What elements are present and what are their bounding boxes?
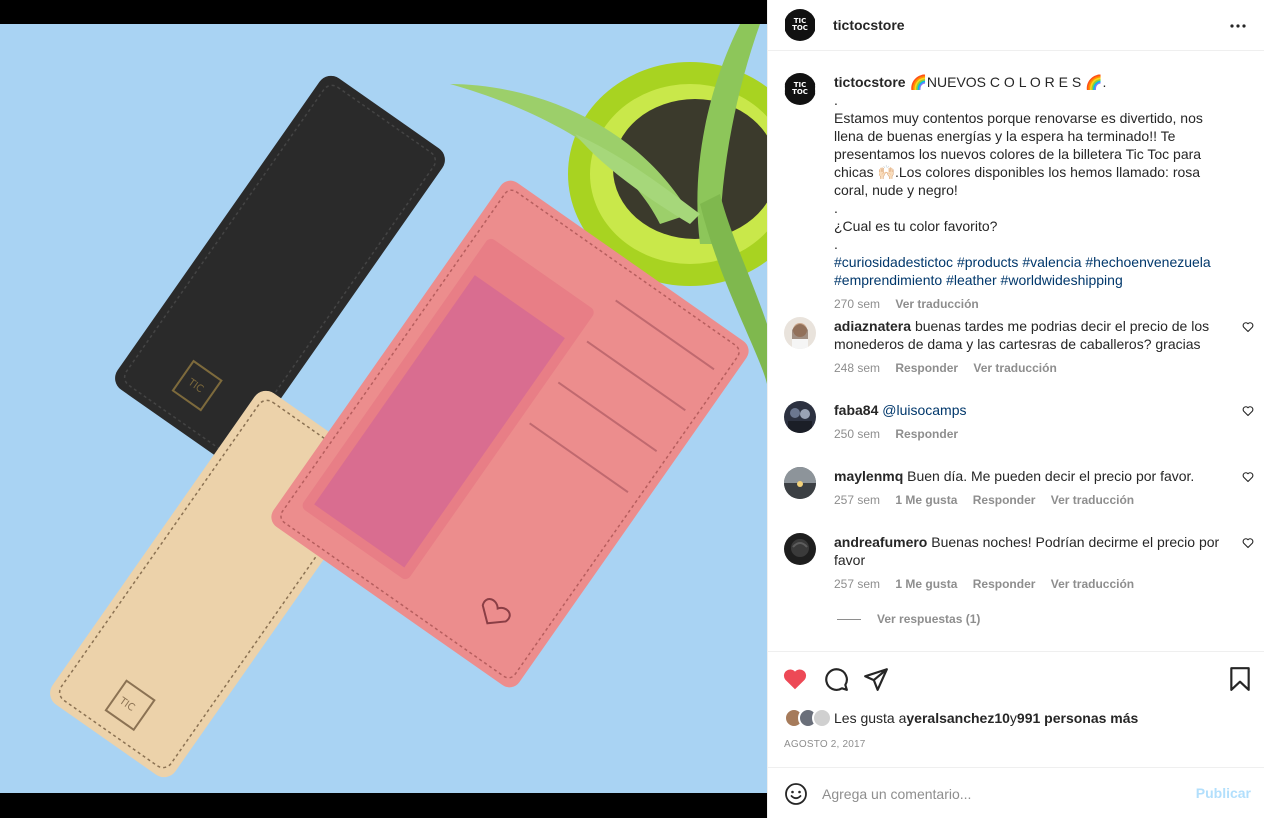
see-translation-button[interactable]: Ver traducción	[1051, 577, 1134, 591]
comment-body: faba84 @luisocamps 250 sem Responder	[834, 401, 1234, 441]
author-username[interactable]: tictocstore	[833, 17, 905, 33]
hashtag-link[interactable]: #leather	[946, 272, 997, 288]
mention-link[interactable]: @luisocamps	[882, 402, 966, 418]
comment-time[interactable]: 257 sem	[834, 493, 880, 507]
hashtag-link[interactable]: #curiosidadestictoc	[834, 254, 953, 270]
likes-others-link[interactable]: 991 personas más	[1017, 710, 1138, 726]
comment-like-heart-icon[interactable]	[1242, 405, 1254, 417]
post-date[interactable]: AGOSTO 2, 2017	[784, 739, 866, 750]
comment-meta: 257 sem 1 Me gusta Responder Ver traducc…	[834, 577, 1234, 591]
commenter-avatar[interactable]	[784, 401, 816, 433]
comment-icon[interactable]	[823, 666, 849, 692]
comment-composer: Publicar	[768, 767, 1264, 818]
comment-input[interactable]	[822, 782, 1182, 806]
caption-avatar-logo-text: TIC TOC	[784, 81, 816, 97]
comment-meta: 248 sem Responder Ver traducción	[834, 361, 1234, 375]
reply-button[interactable]: Responder	[895, 427, 958, 441]
hashtag-link[interactable]: #products	[957, 254, 1018, 270]
comment-like-heart-icon[interactable]	[1242, 321, 1254, 333]
commenter-avatar[interactable]	[784, 467, 816, 499]
comment-time[interactable]: 257 sem	[834, 577, 880, 591]
caption-username[interactable]: tictocstore	[834, 74, 906, 90]
comment-body: maylenmq Buen día. Me pueden decir el pr…	[834, 467, 1234, 507]
see-translation-button[interactable]: Ver traducción	[895, 297, 978, 311]
wallet-product-photo: TIC TIC	[0, 24, 767, 793]
reply-button[interactable]: Responder	[973, 493, 1036, 507]
caption-text: . Estamos muy contentos porque renovarse…	[834, 92, 1203, 252]
likes-summary: Les gusta a yeralsanchez10 y 991 persona…	[784, 708, 1138, 728]
comment-like-heart-icon[interactable]	[1242, 471, 1254, 483]
post-actions: Les gusta a yeralsanchez10 y 991 persona…	[768, 651, 1264, 767]
caption-title: 🌈NUEVOS C O L O R E S 🌈.	[909, 74, 1107, 90]
post-side-panel: TIC TOC tictocstore TIC TOC tictocstore …	[767, 0, 1264, 818]
post-photo[interactable]: TIC TIC	[0, 24, 767, 793]
caption-hashtags: #curiosidadestictoc #products #valencia …	[834, 253, 1234, 289]
caption-meta: 270 sem Ver traducción	[834, 297, 1234, 311]
liker-username[interactable]: yeralsanchez10	[906, 710, 1010, 726]
comment-username[interactable]: adiaznatera	[834, 318, 911, 334]
emoji-icon[interactable]	[784, 782, 808, 806]
comment-like-heart-icon[interactable]	[1242, 537, 1254, 549]
hashtag-link[interactable]: #emprendimiento	[834, 272, 942, 288]
hashtag-link[interactable]: #hechoenvenezuela	[1085, 254, 1210, 270]
comments-list[interactable]: TIC TOC tictocstore 🌈NUEVOS C O L O R E …	[768, 52, 1264, 650]
comment-likes-count[interactable]: 1 Me gusta	[895, 493, 957, 507]
caption-time[interactable]: 270 sem	[834, 297, 880, 311]
avatar-logo-text: TIC TOC	[784, 17, 816, 33]
heart-icon[interactable]	[782, 666, 808, 692]
bookmark-icon[interactable]	[1227, 666, 1253, 692]
comment-text: Buen día. Me pueden decir el precio por …	[907, 468, 1195, 484]
replies-divider-line	[837, 618, 861, 620]
view-replies-label: Ver respuestas (1)	[877, 612, 981, 626]
commenter-avatar[interactable]	[784, 317, 816, 349]
caption-body: tictocstore 🌈NUEVOS C O L O R E S 🌈. . E…	[834, 73, 1234, 311]
comment-body: adiaznatera buenas tardes me podrias dec…	[834, 317, 1234, 375]
post-media: TIC TIC	[0, 0, 767, 818]
comment-time[interactable]: 250 sem	[834, 427, 880, 441]
comment-username[interactable]: andreafumero	[834, 534, 927, 550]
comment-username[interactable]: faba84	[834, 402, 878, 418]
share-icon[interactable]	[863, 666, 889, 692]
see-translation-button[interactable]: Ver traducción	[973, 361, 1056, 375]
post-comment-button[interactable]: Publicar	[1196, 785, 1251, 801]
more-icon[interactable]	[1229, 18, 1247, 34]
author-avatar[interactable]: TIC TOC	[784, 9, 816, 41]
liker-avatars[interactable]	[784, 708, 832, 728]
likes-prefix: Les gusta a	[834, 710, 907, 726]
reply-button[interactable]: Responder	[895, 361, 958, 375]
reply-button[interactable]: Responder	[973, 577, 1036, 591]
caption-avatar[interactable]: TIC TOC	[784, 73, 816, 105]
comment-meta: 257 sem 1 Me gusta Responder Ver traducc…	[834, 493, 1234, 507]
comment-body: andreafumero Buenas noches! Podrían deci…	[834, 533, 1234, 591]
liker-avatar	[812, 708, 832, 728]
commenter-avatar[interactable]	[784, 533, 816, 565]
hashtag-link[interactable]: #valencia	[1022, 254, 1081, 270]
post-header: TIC TOC tictocstore	[768, 0, 1264, 51]
view-replies-button[interactable]: Ver respuestas (1)	[837, 612, 980, 626]
likes-middle: y	[1009, 710, 1017, 726]
comment-username[interactable]: maylenmq	[834, 468, 903, 484]
comment-time[interactable]: 248 sem	[834, 361, 880, 375]
comment-likes-count[interactable]: 1 Me gusta	[895, 577, 957, 591]
instagram-post-window: TIC TIC TIC TOC tictocstore TIC TOC tict…	[0, 0, 1264, 818]
see-translation-button[interactable]: Ver traducción	[1051, 493, 1134, 507]
comment-meta: 250 sem Responder	[834, 427, 1234, 441]
hashtag-link[interactable]: #worldwideshipping	[1001, 272, 1123, 288]
